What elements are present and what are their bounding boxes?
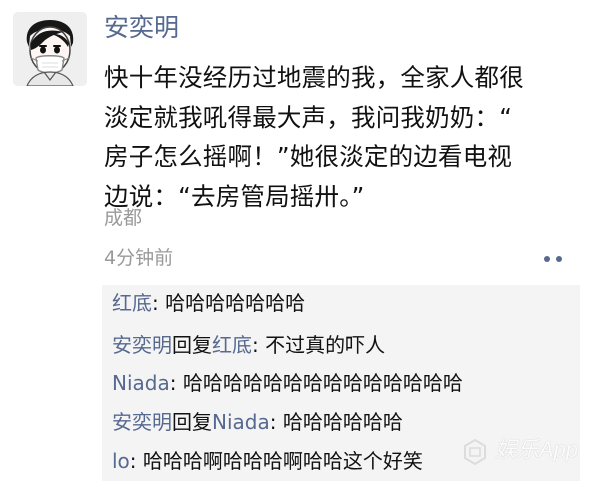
comment-row[interactable]: lo: 哈哈哈啊哈哈哈啊哈哈这个好笑: [112, 447, 423, 475]
post-text-line: 房子怎么摇啊！”她很淡定的边看电视: [104, 142, 513, 171]
comment-text: : 哈哈哈哈哈哈哈哈哈哈哈哈哈哈: [169, 371, 463, 395]
post-text: 快十年没经历过地震的我，全家人都很 淡定就我吼得最大声，我问我奶奶：“ 房子怎么…: [104, 58, 590, 216]
comment-text: : 哈哈哈啊哈哈哈啊哈哈这个好笑: [129, 449, 423, 473]
post-author-name[interactable]: 安奕明: [104, 12, 179, 44]
comment-text: : 哈哈哈哈哈哈: [269, 410, 403, 434]
comments-panel: 红底: 哈哈哈哈哈哈哈 安奕明回复红底: 不过真的吓人 Niada: 哈哈哈哈哈…: [102, 285, 580, 481]
comment-author[interactable]: 安奕明: [112, 333, 172, 357]
more-dots-icon: [544, 256, 550, 262]
post-text-line: 淡定就我吼得最大声，我问我奶奶：“: [104, 102, 513, 132]
comment-text: : 哈哈哈哈哈哈哈: [152, 291, 306, 315]
more-button[interactable]: [536, 248, 570, 270]
avatar-mask-icon: [13, 12, 87, 86]
comment-author[interactable]: 安奕明: [112, 410, 172, 434]
comment-author[interactable]: lo: [112, 449, 130, 473]
comment-row[interactable]: 红底: 哈哈哈哈哈哈哈: [112, 289, 305, 317]
more-dots-icon: [556, 256, 562, 262]
comment-row[interactable]: Niada: 哈哈哈哈哈哈哈哈哈哈哈哈哈哈: [112, 369, 463, 397]
post-time: 4分钟前: [104, 247, 174, 269]
reply-label: 回复: [172, 333, 212, 357]
reply-target[interactable]: 红底: [212, 333, 252, 357]
comment-row[interactable]: 安奕明回复Niada: 哈哈哈哈哈哈: [112, 408, 403, 436]
reply-target[interactable]: Niada: [212, 410, 270, 434]
comment-author[interactable]: Niada: [112, 371, 170, 395]
comment-row[interactable]: 安奕明回复红底: 不过真的吓人: [112, 331, 385, 359]
post-text-line: 快十年没经历过地震的我，全家人都很: [104, 63, 524, 92]
post-location[interactable]: 成都: [104, 205, 142, 231]
reply-label: 回复: [172, 410, 212, 434]
post-text-line: 边说：“去房管局摇卅。”: [104, 181, 365, 211]
comment-text: : 不过真的吓人: [252, 333, 386, 357]
comment-author[interactable]: 红底: [112, 291, 152, 315]
avatar[interactable]: [13, 12, 87, 86]
